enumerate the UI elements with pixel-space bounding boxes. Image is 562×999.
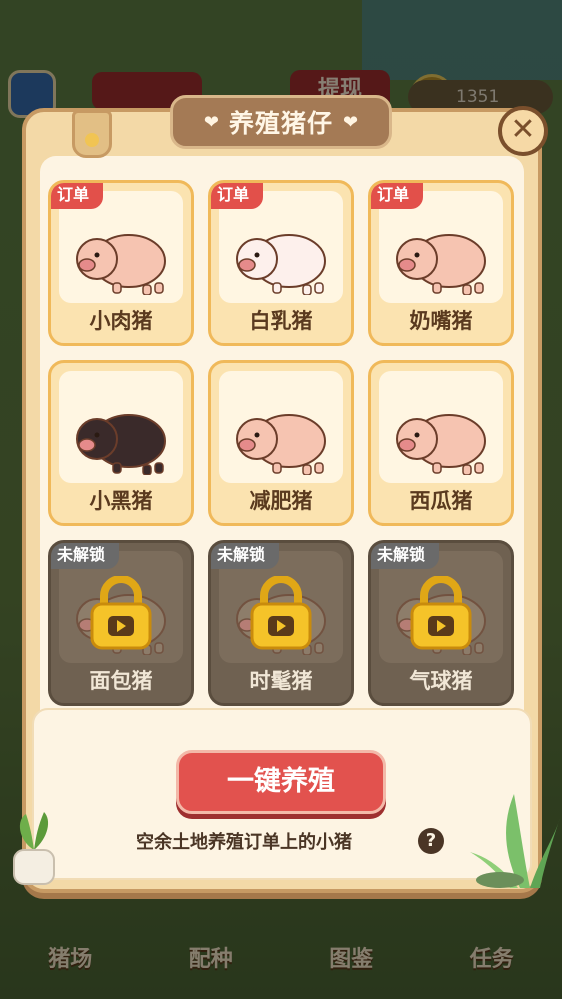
potted-plant-decoration — [13, 812, 55, 885]
help-icon[interactable]: ? — [418, 828, 444, 854]
hint-text: 空余土地养殖订单上的小猪 — [136, 832, 352, 853]
heart-icon: ❤ — [343, 111, 359, 133]
pig-card[interactable]: 未解锁面包猪 — [48, 540, 194, 706]
pig-card[interactable]: 订单白乳猪 — [208, 180, 354, 346]
pig-icon — [396, 413, 486, 475]
padlock-video-icon[interactable] — [250, 576, 312, 650]
pig-card[interactable]: 未解锁时髦猪 — [208, 540, 354, 706]
pig-card[interactable]: 未解锁气球猪 — [368, 540, 514, 706]
locked-badge: 未解锁 — [211, 543, 280, 569]
tab-clip-decoration — [72, 110, 112, 158]
pig-card[interactable]: 西瓜猪 — [368, 360, 514, 526]
pig-name-label: 时髦猪 — [249, 669, 313, 693]
order-badge: 订单 — [211, 183, 264, 209]
pig-name-label: 奶嘴猪 — [409, 309, 473, 333]
padlock-video-icon[interactable] — [90, 576, 152, 650]
order-badge: 订单 — [371, 183, 424, 209]
pig-name-label: 小黑猪 — [89, 489, 153, 513]
pig-card[interactable]: 减肥猪 — [208, 360, 354, 526]
pig-icon — [76, 233, 166, 295]
pig-icon — [76, 413, 166, 475]
order-badge: 订单 — [51, 183, 104, 209]
modal-title-ribbon: ❤ 养殖猪仔 ❤ — [170, 95, 392, 149]
pig-name-label: 白乳猪 — [249, 309, 313, 333]
pig-icon — [396, 233, 486, 295]
pig-card[interactable]: 订单奶嘴猪 — [368, 180, 514, 346]
close-button[interactable]: ✕ — [498, 106, 548, 156]
pig-name-label: 小肉猪 — [89, 309, 153, 333]
pig-name-label: 面包猪 — [89, 669, 153, 693]
heart-icon: ❤ — [203, 111, 219, 133]
grass-decoration — [470, 794, 560, 888]
pig-card[interactable]: 订单小肉猪 — [48, 180, 194, 346]
pig-card[interactable]: 小黑猪 — [48, 360, 194, 526]
pig-icon — [236, 233, 326, 295]
pig-name-label: 气球猪 — [409, 669, 473, 693]
locked-badge: 未解锁 — [371, 543, 440, 569]
pig-name-label: 西瓜猪 — [409, 489, 473, 513]
pig-icon — [236, 413, 326, 475]
locked-badge: 未解锁 — [51, 543, 120, 569]
pig-card-grid: 订单 小肉猪 订单 白乳猪 订单 奶嘴猪 小黑猪 减肥猪 西瓜猪 未解锁 面包猪 未解锁 时髦猪 未解锁气… — [48, 180, 516, 706]
padlock-video-icon[interactable] — [410, 576, 472, 650]
one-click-breed-button[interactable]: 一键养殖 — [176, 750, 386, 814]
pig-name-label: 减肥猪 — [249, 489, 313, 513]
modal-title: 养殖猪仔 — [228, 109, 333, 138]
